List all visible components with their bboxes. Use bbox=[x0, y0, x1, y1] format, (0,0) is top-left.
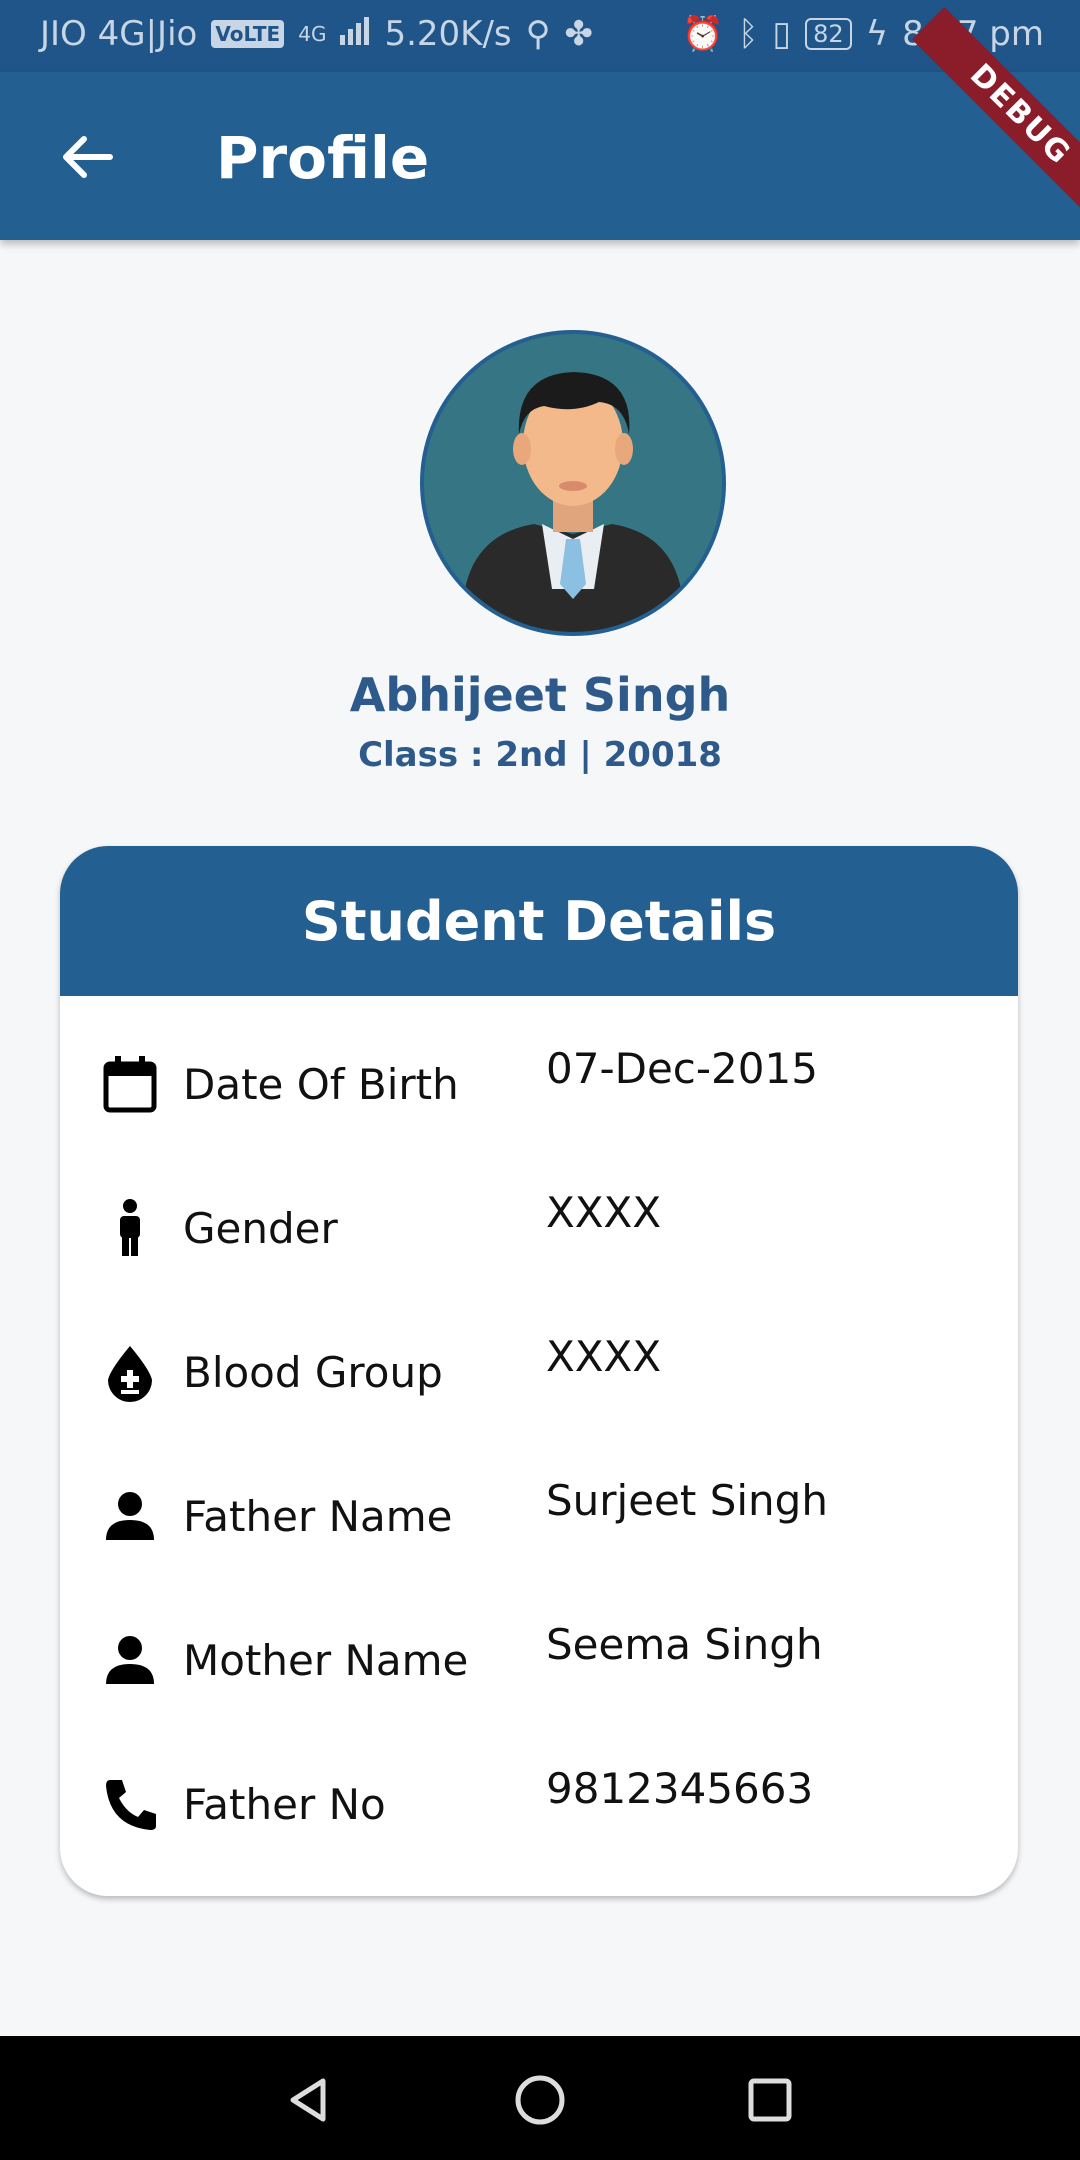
detail-label: Blood Group bbox=[183, 1347, 443, 1397]
system-nav-bar bbox=[0, 2036, 1080, 2160]
fan-icon: ✤ bbox=[564, 14, 594, 54]
detail-row-mother-name: Mother Name Seema Singh bbox=[60, 1610, 1018, 1710]
student-name: Abhijeet Singh bbox=[349, 668, 731, 722]
detail-value: 9812345663 bbox=[546, 1764, 814, 1813]
usb-icon: ⚲ bbox=[525, 14, 551, 54]
person-icon bbox=[100, 1630, 160, 1690]
status-right: ⏰ ᛒ ▯ 82 ϟ 8:37 pm bbox=[682, 14, 1044, 54]
person-standing-icon bbox=[100, 1198, 160, 1258]
avatar bbox=[420, 330, 726, 636]
detail-row-dob: Date Of Birth 07-Dec-2015 bbox=[60, 1034, 1018, 1134]
detail-label: Father Name bbox=[183, 1491, 453, 1541]
card-header: Student Details bbox=[60, 846, 1018, 996]
detail-label: Date Of Birth bbox=[183, 1059, 459, 1109]
status-left: JIO 4G|Jio VoLTE 4G 5.20K/s ⚲ ✤ bbox=[40, 14, 593, 54]
bluetooth-icon: ᛒ bbox=[738, 14, 759, 54]
avatar-illustration bbox=[464, 372, 682, 632]
detail-value: XXXX bbox=[546, 1332, 662, 1381]
charging-icon: ϟ bbox=[865, 14, 889, 54]
nav-recents-button[interactable] bbox=[742, 2072, 798, 2128]
detail-row-gender: Gender XXXX bbox=[60, 1178, 1018, 1278]
network-type: 4G bbox=[298, 22, 327, 46]
student-details-card: Student Details Date Of Birth 07-Dec-201… bbox=[60, 846, 1018, 1896]
calendar-icon bbox=[100, 1054, 160, 1114]
triangle-back-icon bbox=[290, 2078, 326, 2122]
blood-drop-icon bbox=[100, 1342, 160, 1402]
network-speed: 5.20K/s bbox=[384, 14, 512, 54]
back-button[interactable] bbox=[52, 122, 122, 192]
signal-icon bbox=[340, 14, 370, 54]
volte-badge: VoLTE bbox=[211, 20, 285, 48]
vibrate-icon: ▯ bbox=[772, 14, 792, 54]
detail-value: XXXX bbox=[546, 1188, 662, 1237]
carrier-label: JIO 4G|Jio bbox=[40, 14, 198, 54]
square-recents-icon bbox=[748, 2078, 792, 2122]
nav-home-button[interactable] bbox=[512, 2072, 568, 2128]
detail-row-father-name: Father Name Surjeet Singh bbox=[60, 1466, 1018, 1566]
app-bar: Profile DEBUG bbox=[0, 6, 1080, 240]
detail-row-father-no: Father No 9812345663 bbox=[60, 1754, 1018, 1854]
student-class-info: Class : 2nd | 20018 bbox=[358, 735, 722, 775]
detail-value: 07-Dec-2015 bbox=[546, 1044, 818, 1093]
detail-value: Surjeet Singh bbox=[546, 1476, 828, 1525]
battery-icon: 82 bbox=[805, 18, 852, 50]
detail-label: Gender bbox=[183, 1203, 338, 1253]
detail-label: Mother Name bbox=[183, 1635, 469, 1685]
circle-home-icon bbox=[515, 2075, 565, 2125]
alarm-icon: ⏰ bbox=[681, 14, 725, 54]
nav-back-button[interactable] bbox=[280, 2072, 336, 2128]
detail-row-blood-group: Blood Group XXXX bbox=[60, 1322, 1018, 1422]
detail-value: Seema Singh bbox=[546, 1620, 823, 1669]
back-arrow-icon bbox=[63, 136, 113, 178]
phone-icon bbox=[100, 1774, 160, 1834]
person-icon bbox=[100, 1486, 160, 1546]
page-title: Profile bbox=[216, 124, 430, 192]
detail-label: Father No bbox=[183, 1779, 386, 1829]
battery-level: 82 bbox=[813, 20, 844, 48]
